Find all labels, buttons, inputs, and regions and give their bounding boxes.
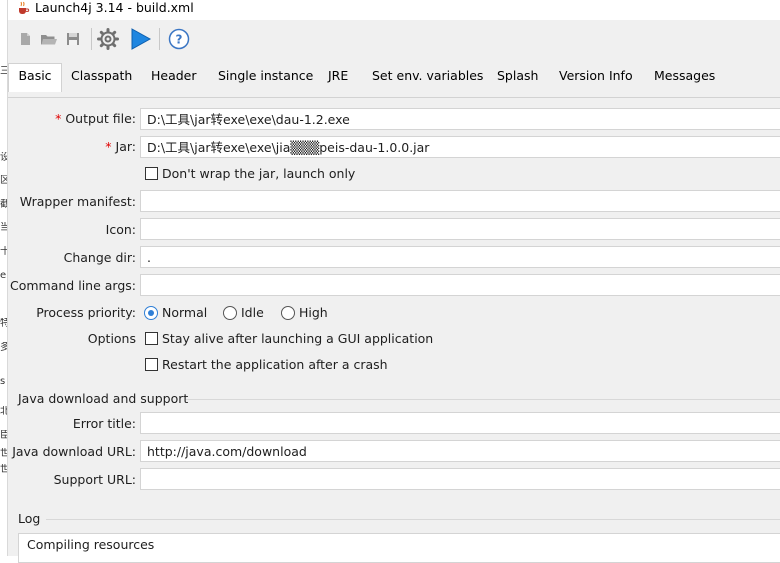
toolbar: ?	[8, 20, 780, 58]
priority-high-radio[interactable]	[281, 306, 295, 320]
edge-glyph: 特	[0, 318, 7, 329]
gear-icon	[97, 28, 119, 50]
support-url-label: Support URL:	[53, 472, 136, 487]
edge-glyph: 世	[0, 464, 7, 475]
tab-divider	[8, 97, 780, 98]
edge-glyph: 三	[0, 66, 7, 77]
priority-idle-radio[interactable]	[223, 306, 237, 320]
save-icon	[67, 33, 79, 45]
restart-label: Restart the application after a crash	[162, 357, 388, 372]
save-button[interactable]	[60, 26, 86, 52]
tab-basic[interactable]: Basic	[8, 63, 62, 92]
change-dir-value: .	[147, 250, 151, 265]
tab-classpath[interactable]: Classpath	[69, 64, 134, 90]
open-folder-icon	[41, 35, 57, 45]
priority-normal-radio[interactable]	[144, 306, 158, 320]
output-file-value: D:\工具\jar转exe\exe\dau-1.2.exe	[147, 112, 350, 127]
dont-wrap-label: Don't wrap the jar, launch only	[162, 166, 356, 181]
tab-single-instance[interactable]: Single instance	[216, 64, 315, 90]
tab-splash[interactable]: Splash	[495, 64, 540, 90]
main-panel: Basic Classpath Header Single instance J…	[8, 58, 780, 563]
priority-label: Process priority:	[36, 305, 136, 320]
stay-alive-label: Stay alive after launching a GUI applica…	[162, 331, 434, 346]
cmd-args-field[interactable]	[140, 274, 780, 296]
toolbar-separator	[159, 28, 160, 50]
tab-header[interactable]: Header	[149, 64, 199, 90]
options-label: Options	[87, 331, 136, 346]
edge-glyph: 十	[0, 246, 7, 257]
jar-label-text: Jar:	[115, 139, 136, 154]
java-download-url-label: Java download URL:	[12, 444, 136, 459]
java-cup-icon	[19, 1, 30, 14]
edge-glyph: 多	[0, 342, 7, 353]
priority-normal-label: Normal	[162, 305, 208, 320]
help-icon: ?	[168, 28, 190, 50]
log-area[interactable]: Compiling resources	[18, 533, 780, 563]
required-mark: *	[55, 111, 62, 126]
output-file-label-text: Output file:	[65, 111, 136, 126]
restart-checkbox[interactable]	[145, 358, 158, 371]
change-dir-field[interactable]: .	[140, 246, 780, 268]
change-dir-label: Change dir:	[63, 250, 136, 265]
priority-idle-label: Idle	[241, 305, 264, 320]
edge-glyph: 世	[0, 448, 7, 459]
new-button[interactable]	[12, 26, 38, 52]
edge-glyph: e	[0, 270, 7, 281]
tab-messages[interactable]: Messages	[652, 64, 717, 90]
section-divider	[186, 399, 780, 400]
jar-field[interactable]: D:\工具\jar转exe\exe\jia▒▒▒peis-dau-1.0.0.j…	[140, 136, 780, 158]
tab-set-env-variables[interactable]: Set env. variables	[370, 64, 485, 90]
log-line: Compiling resources	[27, 537, 155, 552]
error-title-field[interactable]	[140, 412, 780, 434]
edge-glyph: 区	[0, 175, 7, 186]
jar-label: * Jar:	[8, 139, 136, 155]
window-title: Launch4j 3.14 - build.xml	[35, 0, 194, 15]
toolbar-separator	[91, 28, 92, 50]
icon-field[interactable]	[140, 218, 780, 240]
icon-label: Icon:	[105, 222, 136, 237]
output-file-label: * Output file:	[8, 111, 136, 127]
error-title-label: Error title:	[72, 416, 136, 431]
log-section-title: Log	[18, 511, 41, 526]
test-wrapper-button[interactable]	[127, 26, 153, 52]
tab-version-info[interactable]: Version Info	[557, 64, 635, 90]
svg-text:?: ?	[176, 33, 183, 47]
jar-value: D:\工具\jar转exe\exe\jia▒▒▒peis-dau-1.0.0.j…	[147, 140, 430, 155]
edge-glyph: 臣	[0, 430, 7, 441]
tab-bar: Basic Classpath Header Single instance J…	[8, 63, 780, 98]
required-mark: *	[105, 139, 112, 154]
dont-wrap-checkbox[interactable]	[145, 167, 158, 180]
edge-glyph: 设	[0, 152, 7, 163]
edge-glyph: 截	[0, 199, 7, 210]
cmd-args-label: Command line args:	[10, 278, 136, 293]
output-file-field[interactable]: D:\工具\jar转exe\exe\dau-1.2.exe	[140, 108, 780, 130]
tab-jre[interactable]: JRE	[326, 64, 350, 90]
background-window-edge: 三 设 区 截 当 十 e 特 多 s 北 臣 世 世	[0, 0, 8, 556]
stay-alive-checkbox[interactable]	[145, 332, 158, 345]
edge-glyph: 当	[0, 222, 7, 233]
java-download-url-value: http://java.com/download	[147, 444, 307, 459]
open-button[interactable]	[36, 26, 62, 52]
section-divider	[46, 519, 780, 520]
wrapper-manifest-label: Wrapper manifest:	[19, 194, 136, 209]
title-bar: Launch4j 3.14 - build.xml	[8, 0, 780, 18]
java-download-url-field[interactable]: http://java.com/download	[140, 440, 780, 462]
edge-glyph: 北	[0, 406, 7, 417]
support-url-field[interactable]	[140, 468, 780, 490]
edge-glyph: s	[0, 376, 6, 387]
about-button[interactable]: ?	[166, 26, 192, 52]
new-file-icon	[21, 33, 30, 45]
java-download-section-title: Java download and support	[18, 391, 189, 406]
wrapper-manifest-field[interactable]	[140, 190, 780, 212]
play-icon	[131, 28, 152, 50]
priority-high-label: High	[299, 305, 328, 320]
build-wrapper-button[interactable]	[95, 26, 121, 52]
